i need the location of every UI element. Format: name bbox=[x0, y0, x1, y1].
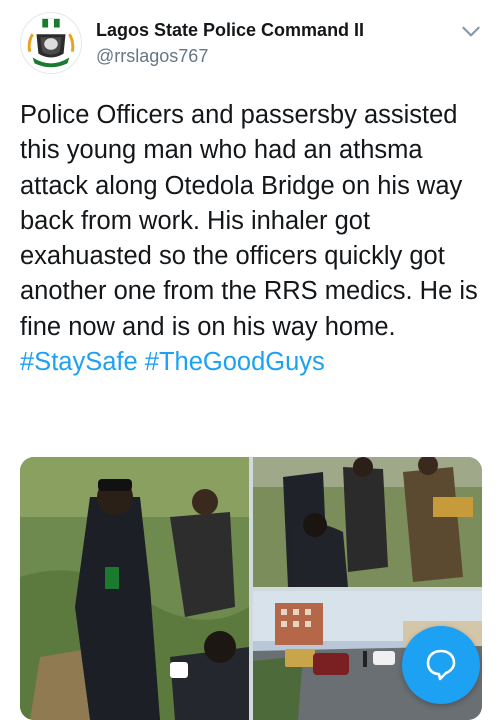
avatar[interactable] bbox=[20, 12, 82, 74]
user-handle[interactable]: @rrslagos767 bbox=[96, 46, 208, 67]
photo-officer-assisting[interactable] bbox=[20, 457, 249, 720]
speech-bubble-icon bbox=[426, 649, 456, 681]
tweet-body: Police Officers and passersby assisted t… bbox=[20, 101, 478, 341]
hashtag-stay-safe[interactable]: #StaySafe bbox=[20, 348, 138, 376]
police-crest-icon bbox=[21, 13, 81, 73]
hashtag-list: #StaySafe #TheGoodGuys bbox=[20, 348, 325, 376]
chevron-down-icon[interactable] bbox=[458, 18, 484, 44]
photo-group-roadside[interactable] bbox=[253, 457, 482, 587]
compose-reply-button[interactable] bbox=[402, 626, 480, 704]
tweet-header: Lagos State Police Command II @rrslagos7… bbox=[0, 0, 502, 90]
hashtag-the-good-guys[interactable]: #TheGoodGuys bbox=[145, 348, 325, 376]
tweet-text: Police Officers and passersby assisted t… bbox=[20, 98, 495, 380]
display-name[interactable]: Lagos State Police Command II bbox=[96, 20, 364, 41]
